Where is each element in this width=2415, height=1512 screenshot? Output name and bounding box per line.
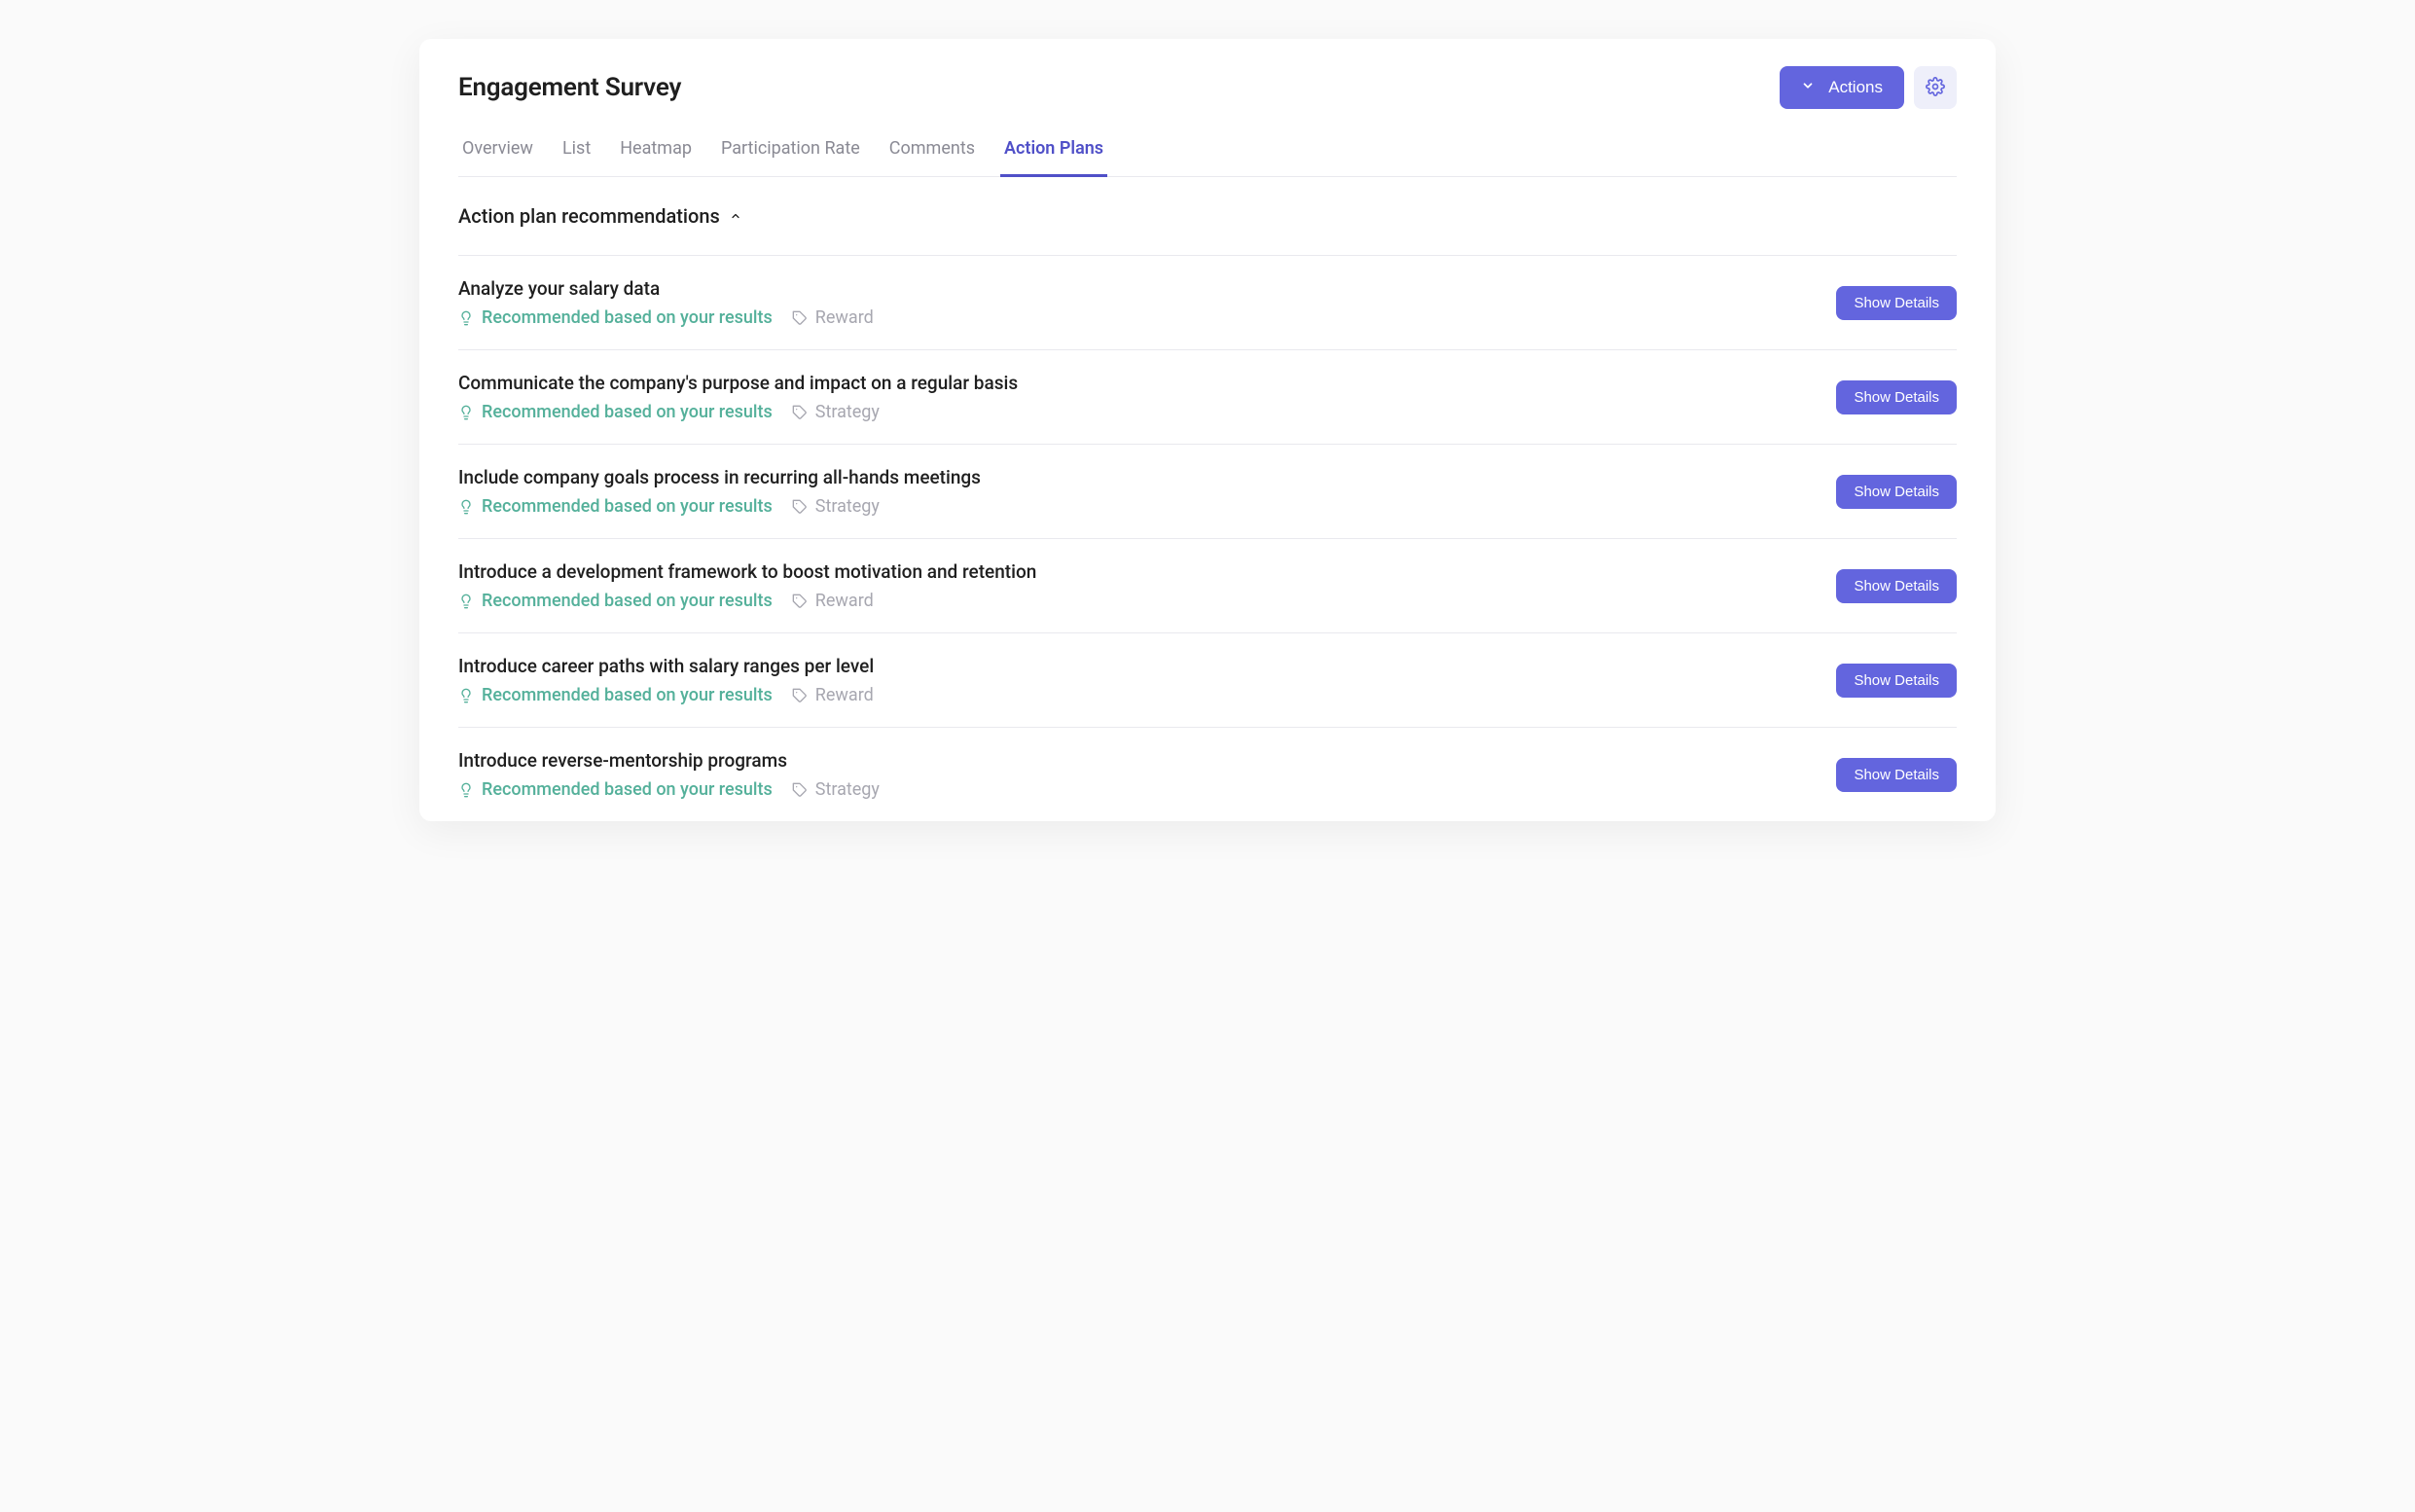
lightbulb-icon — [458, 781, 474, 799]
recommendation-tag: Strategy — [815, 402, 880, 422]
recommendation-title: Communicate the company's purpose and im… — [458, 372, 1018, 394]
tag-icon — [792, 499, 808, 515]
actions-button[interactable]: Actions — [1780, 66, 1904, 109]
recommendation-content: Analyze your salary data Recommended base… — [458, 277, 874, 328]
tab-comments[interactable]: Comments — [885, 128, 979, 177]
show-details-button[interactable]: Show Details — [1836, 475, 1957, 509]
tag-icon — [792, 782, 808, 798]
recommendation-content: Introduce reverse-mentorship programs Rec… — [458, 749, 880, 800]
recommendation-tag: Reward — [815, 307, 874, 328]
tab-heatmap[interactable]: Heatmap — [616, 128, 696, 177]
tab-action-plans[interactable]: Action Plans — [1000, 128, 1107, 177]
show-details-button[interactable]: Show Details — [1836, 569, 1957, 603]
recommendation-item: Introduce career paths with salary range… — [458, 633, 1957, 728]
header-controls: Actions — [1780, 66, 1957, 109]
recommendation-title: Introduce a development framework to boo… — [458, 560, 1036, 583]
recommendation-content: Introduce career paths with salary range… — [458, 655, 874, 705]
recommendation-content: Include company goals process in recurri… — [458, 466, 981, 517]
show-details-button[interactable]: Show Details — [1836, 380, 1957, 414]
tab-list[interactable]: List — [559, 128, 595, 177]
recommendation-reason: Recommended based on your results — [482, 496, 773, 517]
recommendation-tag: Reward — [815, 685, 874, 705]
chevron-up-icon — [730, 207, 741, 226]
lightbulb-icon — [458, 498, 474, 516]
header-row: Engagement Survey Actions — [458, 66, 1957, 109]
show-details-button[interactable]: Show Details — [1836, 664, 1957, 698]
show-details-button[interactable]: Show Details — [1836, 758, 1957, 792]
recommendation-title: Introduce career paths with salary range… — [458, 655, 874, 677]
tag-icon — [792, 688, 808, 703]
recommendation-reason: Recommended based on your results — [482, 591, 773, 611]
lightbulb-icon — [458, 404, 474, 421]
recommendation-content: Communicate the company's purpose and im… — [458, 372, 1018, 422]
tabs: Overview List Heatmap Participation Rate Com… — [458, 128, 1957, 177]
recommendation-content: Introduce a development framework to boo… — [458, 560, 1036, 611]
tag-icon — [792, 310, 808, 326]
tag-icon — [792, 405, 808, 420]
section-header[interactable]: Action plan recommendations — [458, 204, 1957, 256]
settings-button[interactable] — [1914, 66, 1957, 109]
recommendation-item: Analyze your salary data Recommended base… — [458, 256, 1957, 350]
recommendation-meta: Recommended based on your results Strateg… — [458, 496, 981, 517]
recommendation-reason: Recommended based on your results — [482, 685, 773, 705]
recommendation-item: Include company goals process in recurri… — [458, 445, 1957, 539]
actions-button-label: Actions — [1828, 78, 1883, 97]
recommendation-meta: Recommended based on your results Strateg… — [458, 402, 1018, 422]
gear-icon — [1926, 77, 1945, 99]
recommendation-meta: Recommended based on your results Reward — [458, 307, 874, 328]
recommendations-list: Analyze your salary data Recommended base… — [458, 256, 1957, 821]
recommendation-meta: Recommended based on your results Reward — [458, 685, 874, 705]
recommendation-item: Introduce a development framework to boo… — [458, 539, 1957, 633]
recommendation-reason: Recommended based on your results — [482, 402, 773, 422]
tab-overview[interactable]: Overview — [458, 128, 537, 177]
recommendation-title: Include company goals process in recurri… — [458, 466, 981, 488]
recommendation-title: Analyze your salary data — [458, 277, 874, 300]
lightbulb-icon — [458, 593, 474, 610]
lightbulb-icon — [458, 687, 474, 704]
lightbulb-icon — [458, 309, 474, 327]
recommendation-tag: Strategy — [815, 779, 880, 800]
recommendation-meta: Recommended based on your results Strateg… — [458, 779, 880, 800]
recommendation-meta: Recommended based on your results Reward — [458, 591, 1036, 611]
show-details-button[interactable]: Show Details — [1836, 286, 1957, 320]
recommendation-tag: Strategy — [815, 496, 880, 517]
survey-card: Engagement Survey Actions Overview List He… — [419, 39, 1996, 821]
recommendation-item: Introduce reverse-mentorship programs Rec… — [458, 728, 1957, 821]
page-title: Engagement Survey — [458, 73, 681, 102]
recommendation-item: Communicate the company's purpose and im… — [458, 350, 1957, 445]
recommendation-title: Introduce reverse-mentorship programs — [458, 749, 880, 772]
recommendation-reason: Recommended based on your results — [482, 307, 773, 328]
tag-icon — [792, 594, 808, 609]
recommendation-tag: Reward — [815, 591, 874, 611]
tab-participation-rate[interactable]: Participation Rate — [717, 128, 864, 177]
chevron-down-icon — [1801, 78, 1815, 97]
section-title: Action plan recommendations — [458, 204, 720, 228]
recommendation-reason: Recommended based on your results — [482, 779, 773, 800]
